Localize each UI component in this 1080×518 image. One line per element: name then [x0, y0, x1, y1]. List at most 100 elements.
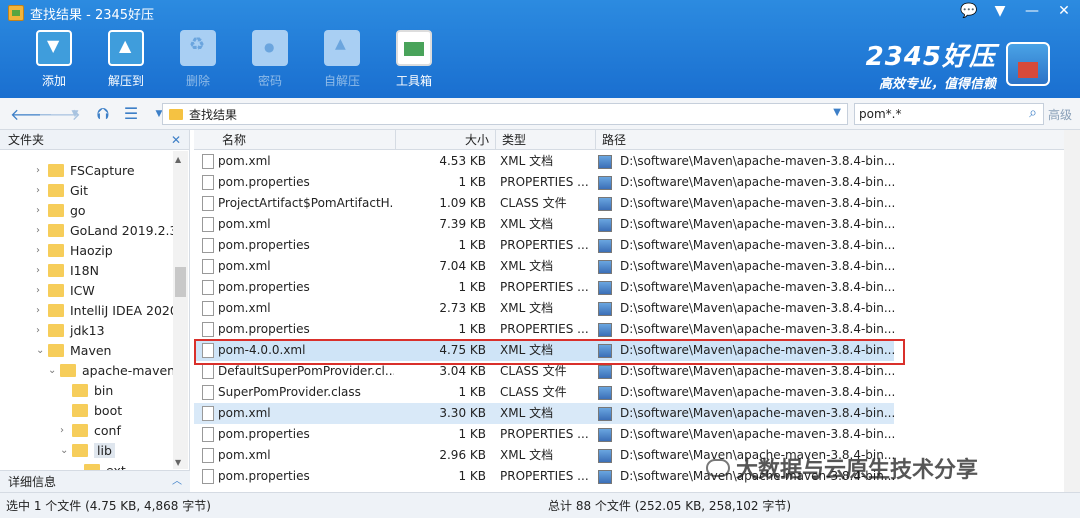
advanced-search-link[interactable]: 高级 — [1048, 106, 1072, 123]
file-type: XML 文档 — [500, 217, 554, 231]
tree-item[interactable]: ⌄ Maven — [36, 340, 111, 360]
expanded-arrow-icon[interactable]: ⌄ — [36, 345, 48, 356]
tree-item[interactable]: › go — [36, 200, 86, 220]
file-path: D:\software\Maven\apache-maven-3.8.4-bin… — [620, 238, 896, 252]
self-extract-button[interactable]: 自解压 — [318, 30, 366, 89]
up-folder-icon[interactable]: ⮉ — [94, 104, 112, 124]
file-name-cell: pom.properties — [196, 424, 394, 445]
close-tree-icon[interactable]: ✕ — [171, 130, 181, 150]
tree-item[interactable]: › Haozip — [36, 240, 113, 260]
collapsed-arrow-icon[interactable]: › — [36, 285, 48, 296]
table-row[interactable]: pom.properties 1 KB PROPERTIES ... D:\softw… — [194, 424, 895, 445]
file-name: pom.xml — [218, 448, 271, 462]
table-row[interactable]: SuperPomProvider.class 1 KB CLASS 文件 D:\sof… — [194, 382, 895, 403]
file-name: pom.xml — [218, 259, 271, 273]
column-header-size[interactable]: 大小 — [396, 130, 496, 150]
table-row[interactable]: pom.properties 1 KB PROPERTIES ... D:\softw… — [194, 172, 896, 193]
file-name-cell: pom.properties — [196, 319, 394, 340]
title-bar[interactable]: 查找结果 - 2345好压 💬 ▼ — ✕ — [0, 0, 1080, 26]
view-list-icon[interactable]: ☰ — [122, 104, 140, 123]
tree-item[interactable]: › ICW — [36, 280, 95, 300]
feedback-icon[interactable]: 💬 — [960, 3, 977, 19]
collapsed-arrow-icon[interactable]: › — [60, 425, 72, 436]
scroll-up-icon[interactable]: ▲ — [175, 155, 181, 164]
forward-arrow-icon[interactable]: 🡒 — [38, 104, 81, 124]
file-path: D:\software\Maven\apache-maven-3.8.4-bin… — [620, 217, 896, 231]
file-size: 1 KB — [458, 469, 486, 483]
file-path: D:\software\Maven\apache-maven-3.8.4-bin… — [620, 175, 896, 189]
tree-item-label: apache-maven-3 — [82, 362, 188, 378]
column-header-name[interactable]: 名称 — [194, 130, 396, 150]
collapsed-arrow-icon[interactable]: › — [36, 205, 48, 216]
delete-button[interactable]: 删除 — [174, 30, 222, 89]
details-panel-header[interactable]: 详细信息 ︿ — [0, 470, 190, 492]
table-row[interactable]: pom.xml 4.53 KB XML 文档 D:\software\Maven\ap… — [194, 151, 895, 172]
expanded-arrow-icon[interactable]: ⌄ — [60, 445, 72, 456]
tree-item[interactable]: › I18N — [36, 260, 99, 280]
collapsed-arrow-icon[interactable]: › — [36, 245, 48, 256]
list-scrollbar[interactable] — [1064, 130, 1080, 492]
tree-item[interactable]: ⌄ lib — [60, 440, 115, 460]
file-list: 名称 大小 类型 路径 pom.xml 4.53 KB XML 文档 D:\softw… — [194, 130, 1080, 492]
search-icon[interactable]: ⌕ — [1029, 105, 1037, 121]
column-header-path[interactable]: 路径 — [596, 130, 1064, 150]
collapsed-arrow-icon[interactable]: › — [36, 305, 48, 316]
tree-scroll-thumb[interactable] — [175, 267, 186, 297]
path-dropdown-icon[interactable]: ▼ — [833, 107, 841, 118]
table-row[interactable]: pom.properties 1 KB PROPERTIES ... D:\softw… — [194, 277, 895, 298]
table-row[interactable]: pom.xml 3.30 KB XML 文档 D:\software\Maven\ap… — [194, 403, 895, 424]
tree-item-label: IntelliJ IDEA 2020. — [70, 302, 182, 318]
close-button[interactable]: ✕ — [1056, 3, 1072, 19]
file-icon — [202, 196, 214, 211]
search-input[interactable]: pom*.* ⌕ — [854, 103, 1044, 125]
file-path: D:\software\Maven\apache-maven-3.8.4-bin… — [620, 259, 896, 273]
self-extract-icon — [324, 30, 360, 66]
file-icon — [202, 406, 214, 421]
file-name-cell: pom.properties — [196, 235, 394, 256]
collapsed-arrow-icon[interactable]: › — [36, 165, 48, 176]
expanded-arrow-icon[interactable]: ⌄ — [48, 365, 60, 376]
file-size: 3.30 KB — [439, 406, 486, 420]
file-icon — [202, 385, 214, 400]
table-row[interactable]: ProjectArtifact$PomArtifactH... 1.09 KB CL… — [194, 193, 895, 214]
table-row[interactable]: pom.xml 7.39 KB XML 文档 D:\software\Maven\ap… — [194, 214, 896, 235]
collapsed-arrow-icon[interactable]: › — [36, 265, 48, 276]
tree-item-label: I18N — [70, 262, 99, 278]
table-row[interactable]: pom.xml 2.73 KB XML 文档 D:\software\Maven\ap… — [194, 298, 895, 319]
tree-item[interactable]: bin — [60, 380, 113, 400]
tree-item[interactable]: › conf — [60, 420, 121, 440]
file-size: 1 KB — [458, 322, 486, 336]
toolbox-button[interactable]: 工具箱 — [390, 30, 438, 89]
column-header-type[interactable]: 类型 — [496, 130, 596, 150]
tree-scrollbar[interactable]: ▲ ▼ — [173, 151, 188, 469]
tree-item[interactable]: › IntelliJ IDEA 2020. — [36, 300, 182, 320]
back-arrow-icon[interactable]: 🡐 — [10, 104, 53, 124]
password-button[interactable]: 密码 — [246, 30, 294, 89]
tree-item[interactable]: › Git — [36, 180, 88, 200]
address-bar: 🡐 🡒 ▼ ⮉ ☰ ▼ 查找结果 ▼ pom*.* ⌕ 高级 — [0, 98, 1080, 130]
table-row[interactable]: pom.properties 1 KB PROPERTIES ... D:\softw… — [194, 235, 896, 256]
table-row[interactable]: pom.properties 1 KB PROPERTIES ... D:\softw… — [194, 319, 895, 340]
file-size: 2.73 KB — [439, 301, 486, 315]
expand-chevron-icon[interactable]: ︿ — [172, 471, 182, 493]
history-dropdown-icon[interactable]: ▼ — [66, 109, 84, 119]
tree-item[interactable]: › GoLand 2019.2.3 — [36, 220, 177, 240]
extract-to-button[interactable]: 解压到 — [102, 30, 150, 89]
file-icon — [202, 238, 214, 253]
path-field[interactable]: 查找结果 ▼ — [162, 103, 848, 125]
collapsed-arrow-icon[interactable]: › — [36, 325, 48, 336]
minimize-button[interactable]: — — [1024, 3, 1040, 19]
tree-item-label: bin — [94, 382, 114, 398]
scroll-down-icon[interactable]: ▼ — [175, 458, 181, 467]
app-logo-icon — [8, 5, 24, 21]
tree-item[interactable]: ⌄ apache-maven-3 — [48, 360, 188, 380]
tree-item[interactable]: › FSCapture — [36, 160, 135, 180]
table-row[interactable]: pom.xml 7.04 KB XML 文档 D:\software\Maven\ap… — [194, 256, 896, 277]
add-button[interactable]: 添加 — [30, 30, 78, 89]
folder-icon — [72, 423, 88, 437]
collapsed-arrow-icon[interactable]: › — [36, 185, 48, 196]
tree-item[interactable]: boot — [60, 400, 122, 420]
tree-item[interactable]: › jdk13 — [36, 320, 105, 340]
collapsed-arrow-icon[interactable]: › — [36, 225, 48, 236]
menu-dropdown-icon[interactable]: ▼ — [992, 3, 1008, 19]
